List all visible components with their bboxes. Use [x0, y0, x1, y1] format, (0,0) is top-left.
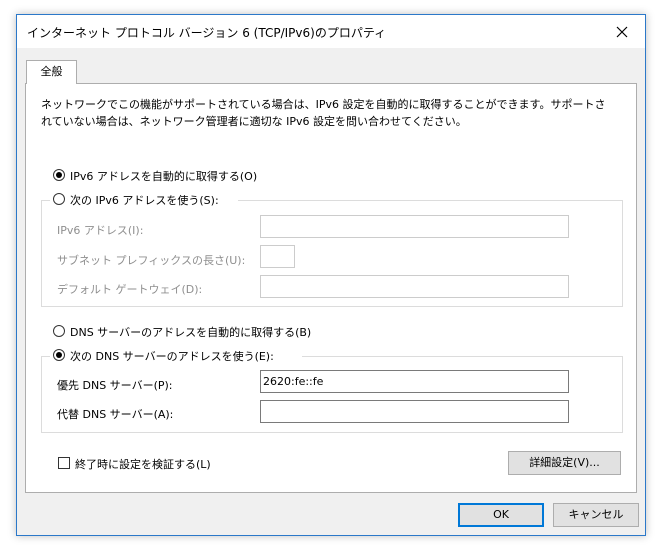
default-gateway-label: デフォルト ゲートウェイ(D): [57, 283, 203, 296]
close-icon [616, 26, 628, 37]
preferred-dns-label: 優先 DNS サーバー(P): [57, 379, 173, 392]
prefix-length-input[interactable] [260, 245, 295, 268]
close-button[interactable] [599, 15, 645, 48]
default-gateway-input[interactable] [260, 275, 569, 298]
tab-general[interactable]: 全般 [26, 60, 77, 84]
window-title: インターネット プロトコル バージョン 6 (TCP/IPv6)のプロパティ [27, 26, 387, 40]
title-bar: インターネット プロトコル バージョン 6 (TCP/IPv6)のプロパティ [17, 15, 645, 48]
general-panel: ネットワークでこの機能がサポートされている場合は、IPv6 設定を自動的に取得す… [25, 83, 637, 493]
ipv6-manual-label[interactable]: 次の IPv6 アドレスを使う(S): [70, 192, 219, 208]
dns-auto-radio[interactable] [53, 325, 65, 337]
cancel-button[interactable]: キャンセル [553, 503, 639, 527]
dns-manual-label[interactable]: 次の DNS サーバーのアドレスを使う(E): [70, 348, 274, 364]
ok-button[interactable]: OK [458, 503, 544, 527]
description-text: ネットワークでこの機能がサポートされている場合は、IPv6 設定を自動的に取得す… [41, 98, 606, 128]
ipv6-address-input[interactable] [260, 215, 569, 238]
advanced-button[interactable]: 詳細設定(V)... [508, 451, 621, 475]
dns-manual-radio[interactable] [53, 349, 65, 361]
properties-dialog: インターネット プロトコル バージョン 6 (TCP/IPv6)のプロパティ 全… [16, 14, 646, 536]
alternate-dns-input[interactable] [260, 400, 569, 423]
ipv6-manual-radio[interactable] [53, 193, 65, 205]
prefix-length-label: サブネット プレフィックスの長さ(U): [57, 254, 246, 267]
preferred-dns-input[interactable]: 2620:fe::fe [260, 370, 569, 393]
ipv6-auto-radio[interactable] [53, 169, 65, 181]
alternate-dns-label: 代替 DNS サーバー(A): [57, 408, 174, 421]
validate-label[interactable]: 終了時に設定を検証する(L) [75, 456, 211, 472]
validate-checkbox[interactable] [58, 457, 70, 469]
ipv6-address-label: IPv6 アドレス(I): [57, 224, 144, 237]
ipv6-auto-label[interactable]: IPv6 アドレスを自動的に取得する(O) [70, 168, 257, 184]
dns-auto-label[interactable]: DNS サーバーのアドレスを自動的に取得する(B) [70, 324, 311, 340]
